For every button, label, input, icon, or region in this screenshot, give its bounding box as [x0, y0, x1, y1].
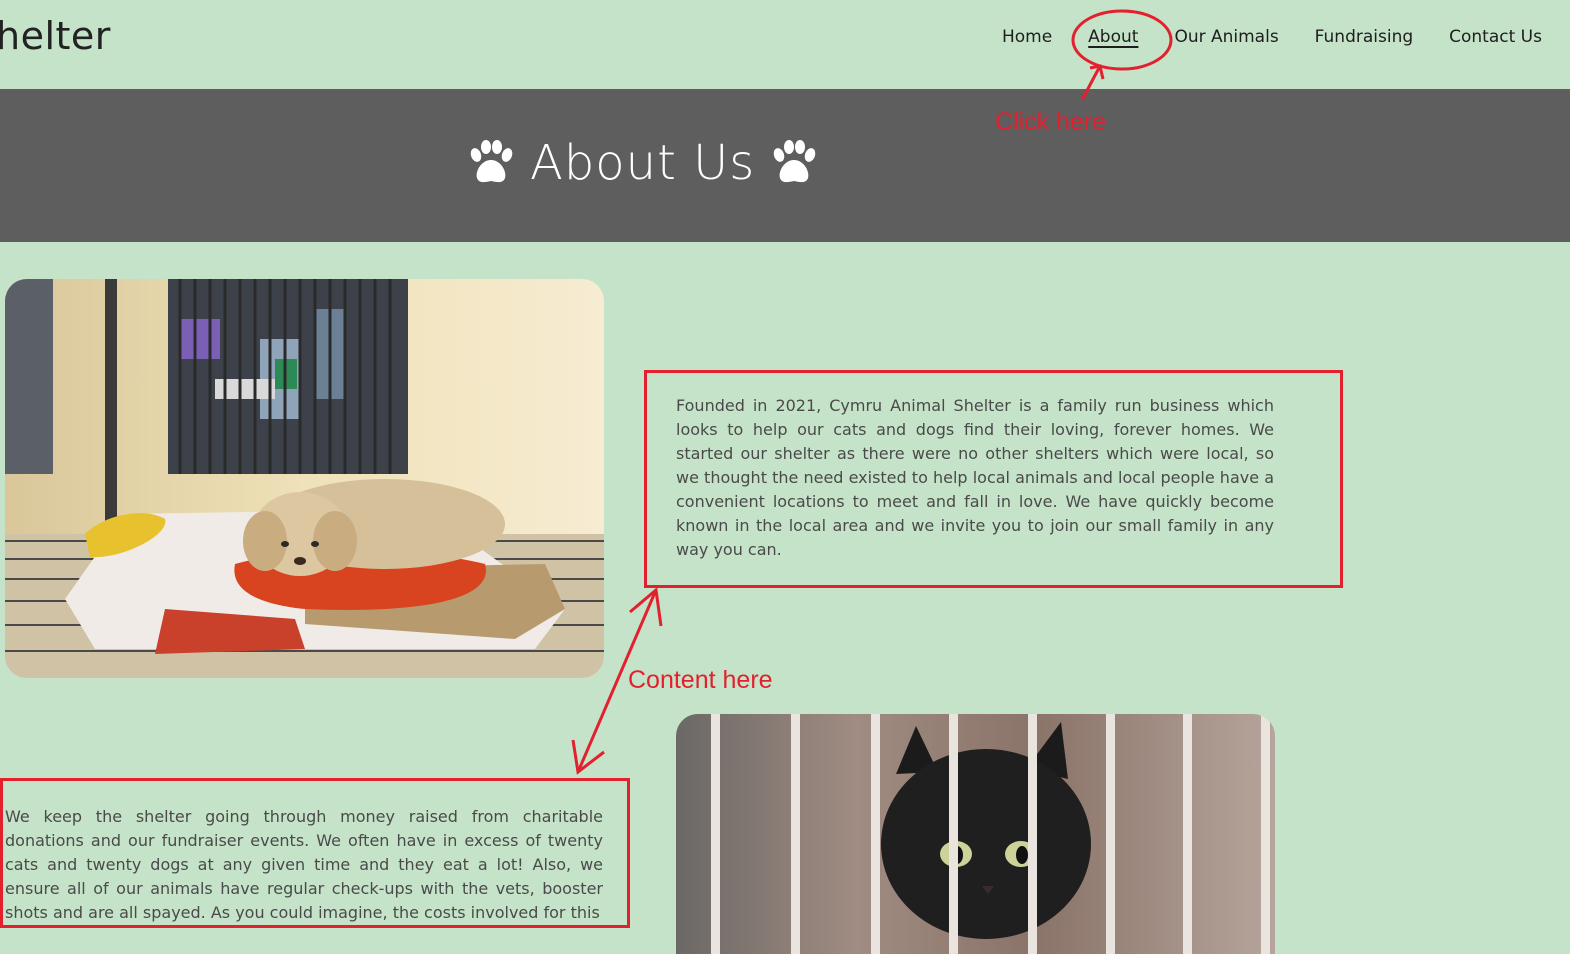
content-arrow-head-bottom [571, 739, 605, 775]
puppy-photo [5, 279, 604, 678]
navbar: helter Home About Our Animals Fundraisin… [0, 0, 1570, 89]
paw-icon [470, 140, 513, 183]
click-here-annotation: Click here [995, 108, 1107, 136]
kitten-photo [676, 714, 1275, 954]
content-arrow-head-top [629, 587, 663, 627]
hero-title: About Us [466, 135, 819, 191]
content-here-annotation: Content here [628, 666, 773, 694]
nav-link-home[interactable]: Home [1002, 27, 1052, 47]
site-brand[interactable]: helter [0, 14, 111, 58]
content-highlight-box-2 [0, 778, 630, 928]
paw-icon [774, 140, 816, 183]
nav-link-about[interactable]: About [1088, 27, 1138, 47]
nav-link-contact-us[interactable]: Contact Us [1449, 27, 1542, 47]
hero-banner: About Us [0, 89, 1570, 242]
nav-link-fundraising[interactable]: Fundraising [1315, 27, 1413, 47]
content-highlight-box-1 [644, 370, 1343, 588]
nav-link-our-animals[interactable]: Our Animals [1174, 27, 1278, 47]
nav-links: Home About Our Animals Fundraising Conta… [1002, 27, 1542, 47]
page-title: About Us [530, 135, 756, 191]
